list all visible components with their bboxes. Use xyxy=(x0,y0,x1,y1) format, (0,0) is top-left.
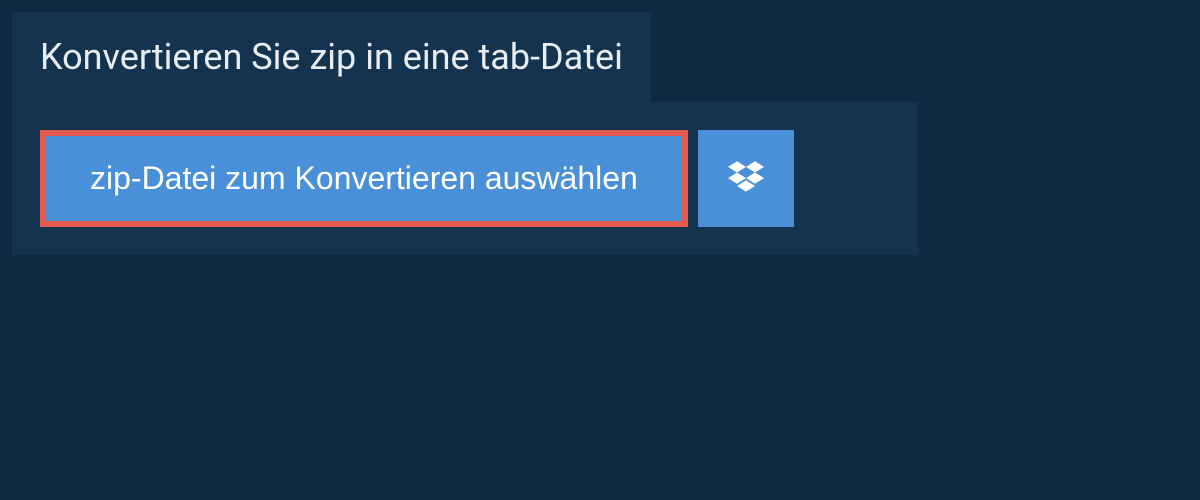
page-title: Konvertieren Sie zip in eine tab-Datei xyxy=(40,36,623,78)
select-file-highlight: zip-Datei zum Konvertieren auswählen xyxy=(40,130,688,227)
button-row: zip-Datei zum Konvertieren auswählen xyxy=(40,130,890,227)
upload-panel: zip-Datei zum Konvertieren auswählen xyxy=(12,102,918,255)
header-strip: Konvertieren Sie zip in eine tab-Datei xyxy=(12,12,651,102)
dropbox-icon xyxy=(728,159,764,198)
select-file-button[interactable]: zip-Datei zum Konvertieren auswählen xyxy=(46,136,682,221)
dropbox-button[interactable] xyxy=(698,130,794,227)
